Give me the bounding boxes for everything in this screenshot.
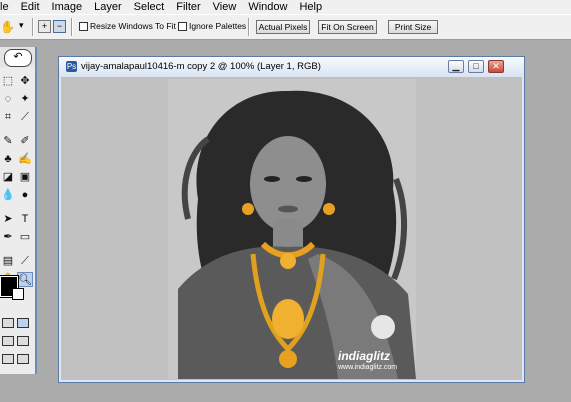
healing-brush-tool-icon[interactable]: ✎ xyxy=(0,134,16,149)
standard-mode-icon[interactable] xyxy=(2,318,14,328)
slice-tool-icon[interactable]: ⟋ xyxy=(17,110,33,125)
options-separator xyxy=(32,18,34,36)
options-separator xyxy=(71,18,73,36)
menu-select[interactable]: Select xyxy=(128,0,171,14)
watermark-url: www.indiaglitz.com xyxy=(338,364,398,371)
pen-tool-icon[interactable]: ✒ xyxy=(0,230,16,245)
menu-image[interactable]: Image xyxy=(46,0,89,14)
screen-mode-standard-icon[interactable] xyxy=(2,336,14,346)
menu-file[interactable]: le xyxy=(0,0,15,14)
marquee-tool-icon[interactable]: ⬚ xyxy=(0,74,16,89)
menu-help[interactable]: Help xyxy=(293,0,328,14)
gradient-tool-icon[interactable]: ▣ xyxy=(17,170,33,185)
feather-logo-icon[interactable]: ↶ xyxy=(4,49,32,67)
zoom-in-icon[interactable]: + xyxy=(38,20,51,33)
options-bar: ✋ ▾ + − Resize Windows To Fit Ignore Pal… xyxy=(0,14,571,40)
brush-tool-icon[interactable]: ✐ xyxy=(17,134,33,149)
zoom-out-icon[interactable]: − xyxy=(53,20,66,33)
options-separator xyxy=(248,18,250,36)
magic-wand-tool-icon[interactable]: ✦ xyxy=(17,92,33,107)
background-color-swatch[interactable] xyxy=(12,288,24,300)
menu-bar: le Edit Image Layer Select Filter View W… xyxy=(0,0,571,14)
resize-windows-label: Resize Windows To Fit xyxy=(90,21,176,31)
tools-header: ↶ xyxy=(0,47,35,67)
photoshop-document-icon: Ps xyxy=(66,61,77,72)
document-title: vijay-amalapaul10416-m copy 2 @ 100% (La… xyxy=(81,61,321,72)
portrait-illustration xyxy=(168,79,416,379)
menu-view[interactable]: View xyxy=(207,0,243,14)
shape-tool-icon[interactable]: ▭ xyxy=(17,230,33,245)
eraser-tool-icon[interactable]: ◪ xyxy=(0,170,16,185)
clone-stamp-tool-icon[interactable]: ♣ xyxy=(0,152,16,167)
actual-pixels-button[interactable]: Actual Pixels xyxy=(256,20,310,34)
menu-edit[interactable]: Edit xyxy=(15,0,46,14)
dodge-tool-icon[interactable]: ● xyxy=(17,188,33,203)
zoom-tool-icon[interactable]: 🔍︎ xyxy=(17,272,33,287)
type-tool-icon[interactable]: T xyxy=(17,212,33,227)
quick-mask-mode-icon[interactable] xyxy=(17,318,29,328)
screen-mode-fullscreen-icon[interactable] xyxy=(17,354,29,364)
lasso-tool-icon[interactable]: ◌ xyxy=(0,92,16,107)
print-size-button[interactable]: Print Size xyxy=(388,20,438,34)
minimize-button[interactable]: ▁ xyxy=(448,60,464,73)
notes-tool-icon[interactable]: ▤ xyxy=(0,254,16,269)
blur-tool-icon[interactable]: 💧 xyxy=(0,188,16,203)
tools-palette: ↶ ⬚ ✥ ◌ ✦ ⌗ ⟋ ✎ ✐ ♣ ✍ ◪ ▣ 💧 ● ➤ T ✒ ▭ ▤ … xyxy=(0,47,37,374)
maximize-button[interactable]: □ xyxy=(468,60,484,73)
document-image[interactable]: indiaglitz www.indiaglitz.com xyxy=(168,79,416,379)
eyedropper-tool-icon[interactable]: ⟋ xyxy=(17,254,33,269)
menu-layer[interactable]: Layer xyxy=(88,0,128,14)
jump-to-imageready-icon[interactable] xyxy=(2,354,14,364)
fit-on-screen-button[interactable]: Fit On Screen xyxy=(318,20,377,34)
hand-icon[interactable]: ✋ xyxy=(0,20,18,34)
ignore-palettes-checkbox[interactable] xyxy=(178,22,187,31)
close-button[interactable]: ✕ xyxy=(488,60,504,73)
screen-mode-full-icon[interactable] xyxy=(17,336,29,346)
crop-tool-icon[interactable]: ⌗ xyxy=(0,110,16,125)
history-brush-tool-icon[interactable]: ✍ xyxy=(17,152,33,167)
resize-windows-checkbox[interactable] xyxy=(79,22,88,31)
move-tool-icon[interactable]: ✥ xyxy=(17,74,33,89)
document-titlebar[interactable]: Ps vijay-amalapaul10416-m copy 2 @ 100% … xyxy=(59,57,524,77)
menu-window[interactable]: Window xyxy=(242,0,293,14)
path-selection-tool-icon[interactable]: ➤ xyxy=(0,212,16,227)
document-window: Ps vijay-amalapaul10416-m copy 2 @ 100% … xyxy=(58,56,525,383)
watermark-text: indiaglitz xyxy=(338,349,390,363)
ignore-palettes-label: Ignore Palettes xyxy=(189,21,247,31)
menu-filter[interactable]: Filter xyxy=(170,0,206,14)
canvas-area[interactable]: indiaglitz www.indiaglitz.com xyxy=(61,77,522,380)
tool-preset-dropdown-icon[interactable]: ▾ xyxy=(19,20,24,31)
